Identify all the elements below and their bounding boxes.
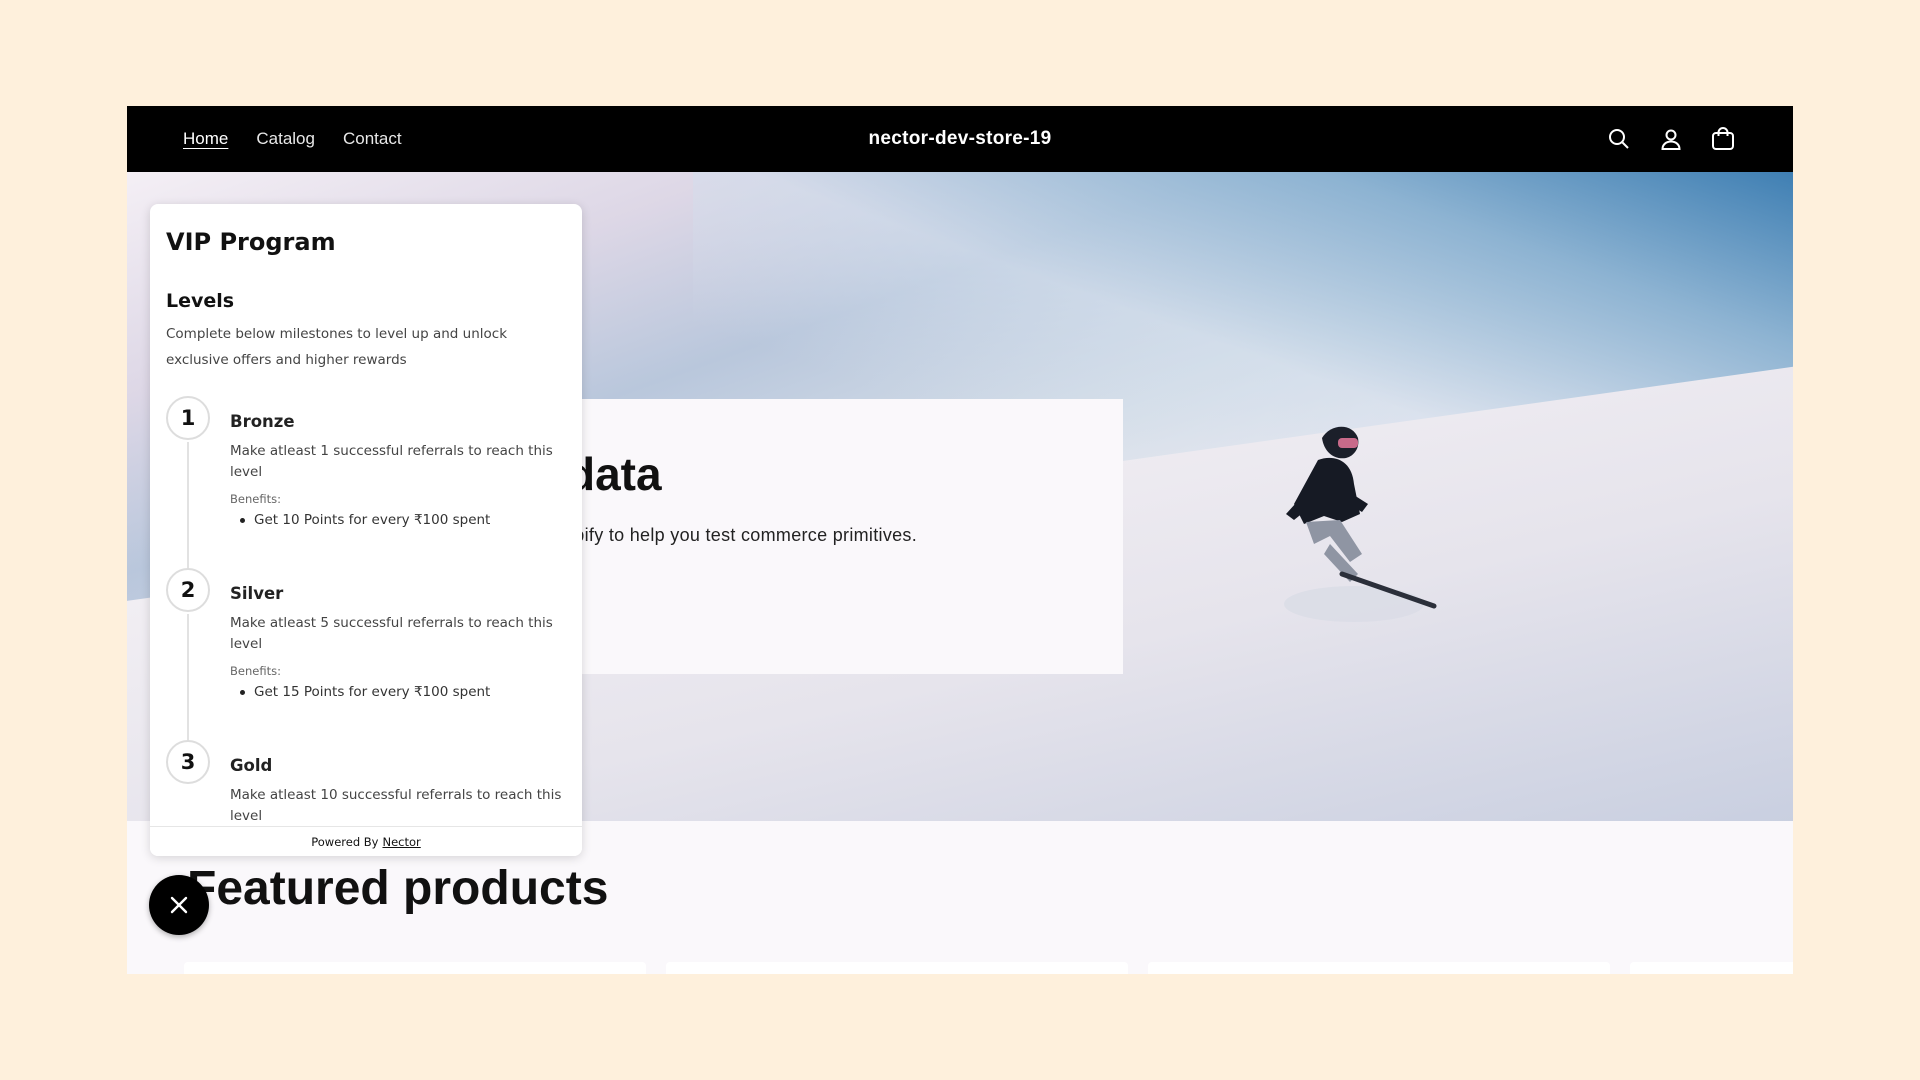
hero-subtext: opify to help you test commerce primitiv…	[564, 525, 918, 545]
cart-icon[interactable]	[1709, 125, 1737, 153]
level-number: 2	[166, 568, 210, 612]
vip-panel-content[interactable]: VIP Program Levels Complete below milest…	[150, 204, 582, 826]
level-number: 3	[166, 740, 210, 784]
search-icon[interactable]	[1605, 125, 1633, 153]
product-card[interactable]	[184, 962, 646, 974]
level-description: Make atleast 10 successful referrals to …	[230, 787, 562, 824]
level-description: Make atleast 1 successful referrals to r…	[230, 443, 553, 480]
product-card[interactable]	[1630, 962, 1793, 974]
level-description: Make atleast 5 successful referrals to r…	[230, 615, 553, 652]
snowboarder-image	[1284, 426, 1437, 622]
benefits-label: Benefits:	[230, 664, 281, 678]
account-icon[interactable]	[1657, 125, 1685, 153]
level-connector	[187, 442, 189, 570]
powered-by-text: Powered By	[311, 834, 379, 849]
benefit-item: Get 15 Points for every ₹100 spent	[239, 684, 491, 700]
top-navbar: Home Catalog Contact nector-dev-store-19	[127, 106, 1793, 172]
vip-title: VIP Program	[166, 228, 336, 256]
level-name: Bronze	[230, 412, 295, 431]
hero-text-card: data opify to help you test commerce pri…	[564, 399, 1123, 674]
product-card[interactable]	[666, 962, 1128, 974]
close-widget-button[interactable]	[149, 875, 209, 935]
close-icon	[170, 896, 188, 914]
nector-link[interactable]: Nector	[382, 835, 420, 849]
featured-products-title: Featured products	[187, 862, 609, 915]
benefits-label: Benefits:	[230, 492, 281, 506]
vip-program-panel: VIP Program Levels Complete below milest…	[150, 204, 582, 856]
store-title[interactable]: nector-dev-store-19	[127, 106, 1793, 172]
product-card[interactable]	[1148, 962, 1610, 974]
product-grid	[184, 962, 1793, 974]
level-name: Silver	[230, 584, 284, 603]
header-icons	[1605, 106, 1737, 172]
powered-by-footer: Powered By Nector	[150, 826, 582, 856]
level-name: Gold	[230, 756, 273, 775]
level-number: 1	[166, 396, 210, 440]
levels-title: Levels	[166, 290, 235, 312]
benefit-item: Get 10 Points for every ₹100 spent	[239, 512, 491, 528]
levels-description: Complete below milestones to level up an…	[166, 326, 508, 368]
level-connector	[187, 614, 189, 742]
